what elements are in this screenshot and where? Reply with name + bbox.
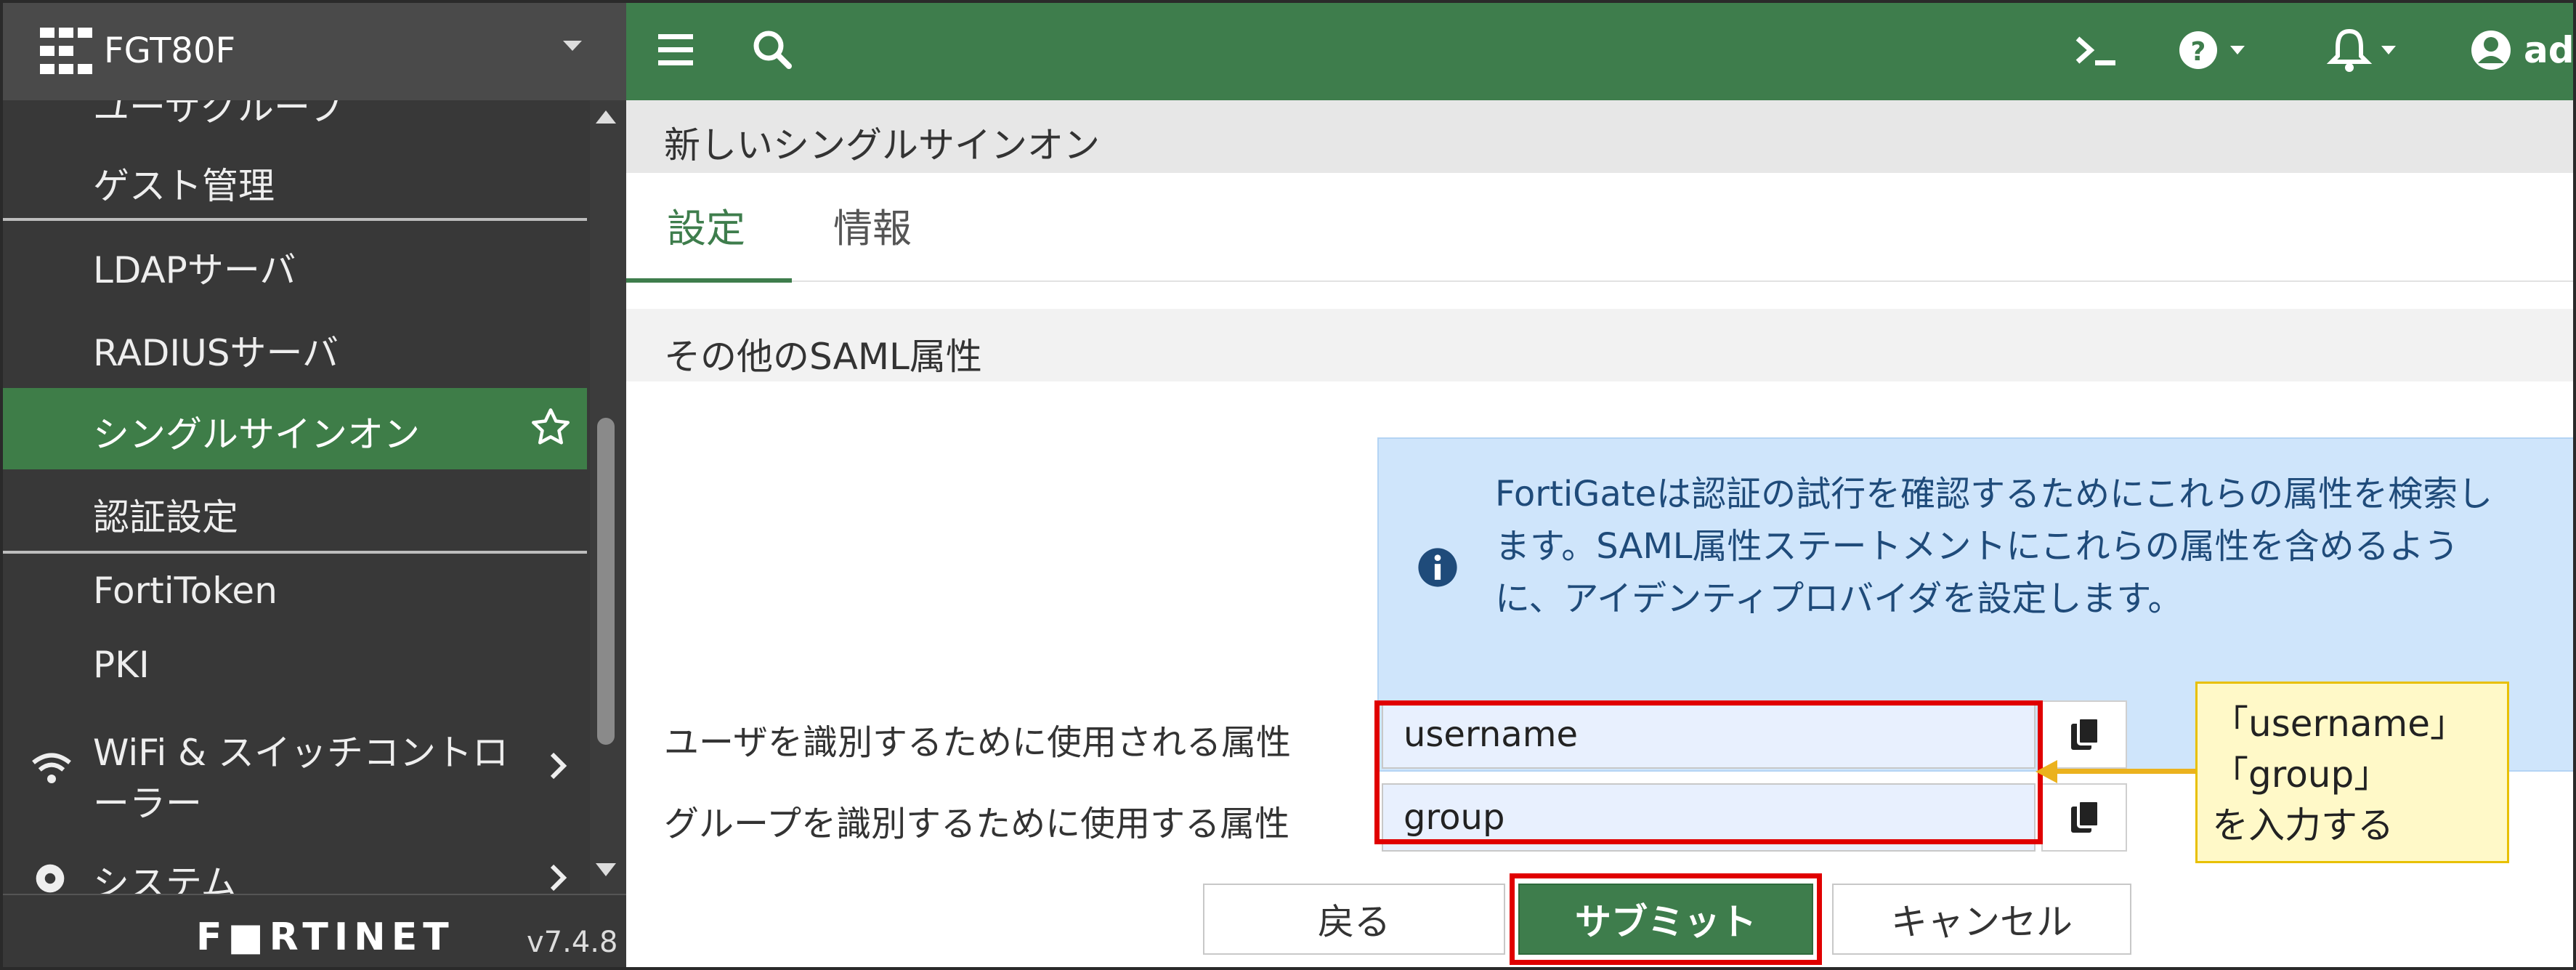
svg-text:?: ? xyxy=(2191,37,2206,67)
info-icon xyxy=(1418,548,1457,587)
sidebar-item-label: ゲスト管理 xyxy=(93,165,275,207)
scroll-up-arrow-icon[interactable] xyxy=(596,110,616,124)
sidebar-item-auth-settings[interactable]: 認証設定 xyxy=(0,471,587,552)
search-icon[interactable] xyxy=(750,25,796,75)
device-name: FGT80F xyxy=(104,31,236,71)
sidebar-item-guest-management[interactable]: ゲスト管理 xyxy=(0,142,587,224)
info-text: FortiGateは認証の試行を確認するためにこれらの属性を検索し ます。SAM… xyxy=(1495,474,2493,619)
user-icon[interactable] xyxy=(2468,25,2514,75)
fortinet-logo: F■RTINET xyxy=(196,916,455,959)
fortigate-logo-icon xyxy=(40,28,92,74)
sidebar-item-wifi-switch[interactable]: WiFi & スイッチコントロ ーラー xyxy=(0,703,587,827)
sidebar-item-label: 認証設定 xyxy=(93,496,238,538)
sidebar-item-ldap[interactable]: LDAPサーバ xyxy=(0,222,587,304)
tab-info[interactable]: 情報 xyxy=(833,196,912,254)
page-title: 新しいシングルサインオン xyxy=(664,124,1100,166)
sidebar-item-system[interactable]: システム xyxy=(0,827,587,894)
gear-icon xyxy=(36,864,65,893)
page-title-bar: 新しいシングルサインオン xyxy=(626,100,2576,173)
copy-button[interactable] xyxy=(2041,783,2127,852)
sidebar-item-label: LDAPサーバ xyxy=(93,249,296,291)
chevron-down-icon[interactable] xyxy=(563,41,582,51)
back-button[interactable]: 戻る xyxy=(1203,884,1505,955)
menu-icon[interactable] xyxy=(655,25,696,75)
sidebar-item-user-groups[interactable]: ユーザグループ xyxy=(0,100,587,147)
user-name[interactable]: adr xyxy=(2524,25,2576,76)
bell-icon[interactable] xyxy=(2326,25,2406,75)
copy-button[interactable] xyxy=(2041,700,2127,769)
copy-icon xyxy=(2071,716,2100,750)
group-attribute-label: グループを識別するために使用する属性 xyxy=(664,804,1290,844)
top-bar: ? adr xyxy=(626,0,2576,100)
copy-icon xyxy=(2071,799,2100,833)
version-label: v7.4.8 xyxy=(527,926,618,959)
sidebar-item-label: シングルサインオン xyxy=(93,413,420,456)
callout-arrow xyxy=(2056,769,2200,774)
callout-arrow-head xyxy=(2036,760,2057,783)
chevron-right-icon xyxy=(550,864,567,892)
tab-settings[interactable]: 設定 xyxy=(667,196,745,254)
sidebar-item-label: RADIUSサーバ xyxy=(93,332,339,374)
star-icon[interactable] xyxy=(529,405,572,449)
user-attribute-input[interactable] xyxy=(1382,700,2036,769)
sidebar-divider xyxy=(0,218,587,221)
user-attribute-label: ユーザを識別するために使用される属性 xyxy=(664,722,1292,763)
device-header[interactable]: FGT80F xyxy=(0,0,626,100)
sidebar-item-label: PKI xyxy=(93,644,150,686)
sidebar-item-pki[interactable]: PKI xyxy=(0,629,587,700)
submit-button[interactable]: サブミット xyxy=(1518,884,1813,955)
cancel-button[interactable]: キャンセル xyxy=(1832,884,2131,955)
group-attribute-input[interactable] xyxy=(1382,783,2036,852)
help-icon[interactable]: ? xyxy=(2175,25,2255,75)
wifi-icon xyxy=(32,753,71,783)
sidebar-item-single-sign-on[interactable]: シングルサインオン xyxy=(0,388,587,469)
cli-icon[interactable] xyxy=(2072,25,2123,75)
section-title: その他のSAML属性 xyxy=(664,336,982,378)
sidebar-scrollbar-thumb[interactable] xyxy=(597,418,615,745)
tab-divider xyxy=(626,280,2576,282)
sidebar-item-label: FortiToken xyxy=(93,570,278,612)
instruction-callout: 「username」 「group」 を入力する xyxy=(2195,682,2509,863)
section-header: その他のSAML属性 xyxy=(626,309,2576,381)
sidebar-item-radius[interactable]: RADIUSサーバ xyxy=(0,305,587,387)
sidebar-item-fortitoken[interactable]: FortiToken xyxy=(0,554,587,635)
tab-active-indicator xyxy=(626,278,792,283)
chevron-right-icon xyxy=(550,752,567,780)
main-content: 新しいシングルサインオン 設定 情報 その他のSAML属性 FortiGateは… xyxy=(626,100,2576,970)
sidebar: FGT80F ユーザグループ ゲスト管理 LDAPサーバ RADIUSサーバ シ… xyxy=(0,0,626,970)
sidebar-footer: F■RTINET v7.4.8 xyxy=(0,894,626,970)
scroll-down-arrow-icon[interactable] xyxy=(596,863,616,876)
